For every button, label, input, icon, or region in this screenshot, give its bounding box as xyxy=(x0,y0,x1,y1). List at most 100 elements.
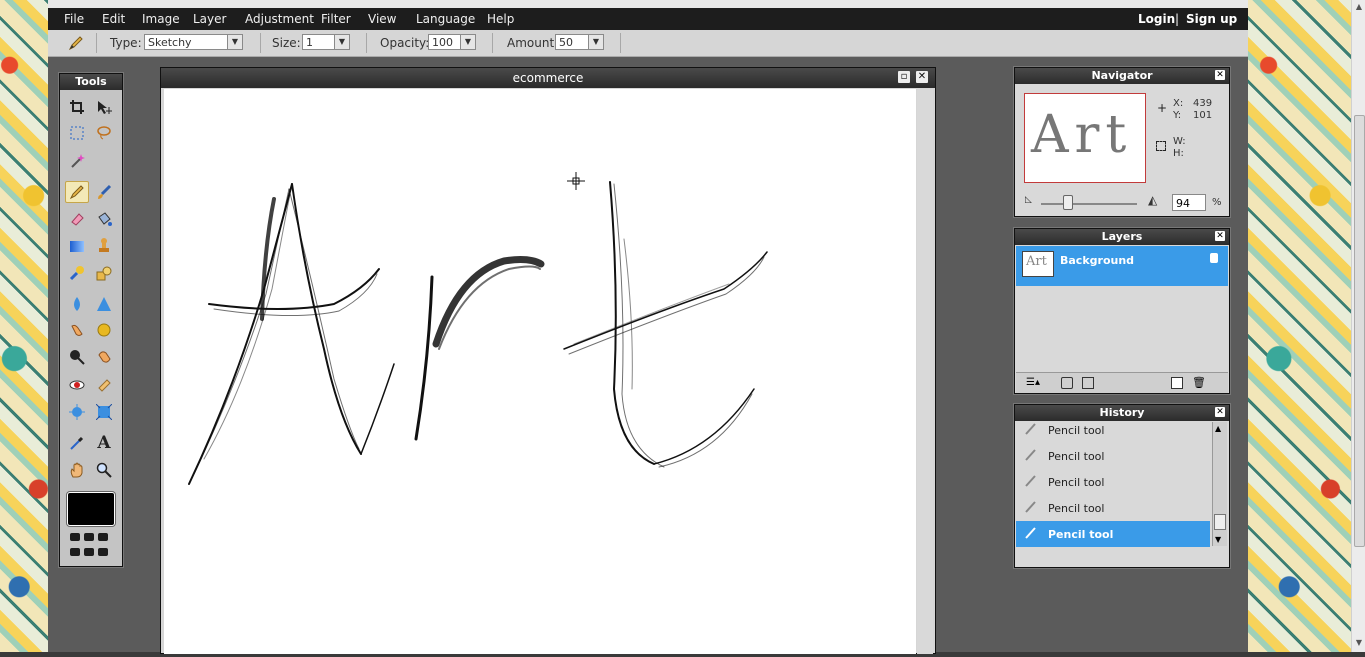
brush-tool-icon[interactable] xyxy=(92,181,116,203)
signup-link[interactable]: Sign up xyxy=(1186,12,1237,26)
art-drawing xyxy=(188,172,768,485)
pencil-icon xyxy=(68,35,84,54)
marquee-tool-icon[interactable] xyxy=(65,122,89,144)
pinch-tool-icon[interactable] xyxy=(92,401,116,423)
lasso-tool-icon[interactable] xyxy=(92,122,116,144)
size-select[interactable]: 1 ▼ xyxy=(302,34,350,50)
y-label: Y: xyxy=(1173,110,1182,121)
foreground-color-swatch[interactable] xyxy=(67,492,115,526)
type-select-value: Sketchy xyxy=(148,36,192,49)
menu-language[interactable]: Language xyxy=(416,12,475,26)
sponge-tool-icon[interactable] xyxy=(92,319,116,341)
opacity-select[interactable]: 100 ▼ xyxy=(428,34,476,50)
layer-options-icon[interactable]: ☰▴ xyxy=(1026,377,1040,388)
scrollbar-thumb[interactable] xyxy=(1354,115,1365,547)
crop-tool-icon[interactable] xyxy=(65,96,89,118)
layer-thumbnail: Art xyxy=(1022,251,1054,277)
scroll-up-icon[interactable]: ▲ xyxy=(1215,424,1221,433)
layer-name: Background xyxy=(1060,254,1135,267)
menu-image[interactable]: Image xyxy=(142,12,180,26)
burn-tool-icon[interactable] xyxy=(92,346,116,368)
history-item[interactable]: Pencil tool xyxy=(1016,469,1210,495)
text-tool-icon[interactable]: A xyxy=(92,432,116,454)
document-window: ecommerce ▫ ✕ xyxy=(160,67,936,654)
zoom-slider-thumb[interactable] xyxy=(1063,195,1073,210)
smudge-tool-icon[interactable] xyxy=(65,319,89,341)
layers-panel: Layers ✕ Art Background ☰▴ 🗑 xyxy=(1014,228,1230,394)
canvas-scrollbar[interactable] xyxy=(917,89,933,654)
amount-select-value: 50 xyxy=(559,36,573,49)
background-pattern-right xyxy=(1248,0,1351,652)
delete-layer-icon[interactable]: 🗑 xyxy=(1192,376,1206,389)
history-item[interactable]: Pencil tool xyxy=(1016,443,1210,469)
layer-thumbnail-text: Art xyxy=(1026,254,1047,269)
history-item-label: Pencil tool xyxy=(1048,475,1105,489)
zoom-in-icon[interactable]: ◭ xyxy=(1148,193,1157,207)
layer-mask-icon[interactable] xyxy=(1061,377,1073,389)
separator xyxy=(260,33,261,53)
zoom-out-icon[interactable]: ◺ xyxy=(1025,195,1032,205)
history-item[interactable]: Pencil tool xyxy=(1016,417,1210,443)
navigator-thumbnail[interactable]: Art xyxy=(1024,93,1146,183)
color-picker-icon[interactable] xyxy=(65,432,89,454)
menu-file[interactable]: File xyxy=(64,12,84,26)
x-value: 439 xyxy=(1193,98,1213,109)
close-icon[interactable]: ✕ xyxy=(1215,231,1225,241)
history-item[interactable]: Pencil tool xyxy=(1016,495,1210,521)
type-select[interactable]: Sketchy ▼ xyxy=(144,34,243,50)
magic-wand-icon[interactable] xyxy=(65,150,89,172)
drawing-canvas[interactable] xyxy=(164,89,916,654)
sharpen-tool-icon[interactable] xyxy=(92,293,116,315)
size-select-value: 1 xyxy=(306,36,313,49)
gradient-tool-icon[interactable] xyxy=(65,235,89,257)
new-layer-icon[interactable] xyxy=(1171,377,1183,389)
navigator-panel: Navigator ✕ Art + X: 439 Y: 101 W: H: ◺ … xyxy=(1014,67,1230,217)
tool-options-bar: Type: Sketchy ▼ Size: 1 ▼ Opacity: 100 ▼… xyxy=(48,30,1248,57)
close-icon[interactable]: ✕ xyxy=(1215,70,1225,80)
size-label: Size: xyxy=(272,36,301,50)
bucket-tool-icon[interactable] xyxy=(92,208,116,230)
menu-filter[interactable]: Filter xyxy=(321,12,351,26)
history-scrollbar-thumb[interactable] xyxy=(1214,514,1226,530)
zoom-tool-icon[interactable] xyxy=(92,459,116,481)
move-tool-icon[interactable] xyxy=(92,96,116,118)
menu-help[interactable]: Help xyxy=(487,12,514,26)
replace-color-icon[interactable] xyxy=(65,262,89,284)
hand-tool-icon[interactable] xyxy=(65,459,89,481)
auth-divider: | xyxy=(1175,12,1180,26)
zoom-input[interactable]: 94 xyxy=(1172,194,1206,211)
menu-adjustment[interactable]: Adjustment xyxy=(245,12,314,26)
scroll-down-icon[interactable]: ▼ xyxy=(1215,535,1221,544)
pencil-tool-icon[interactable] xyxy=(65,181,89,203)
layer-row-background[interactable]: Art Background xyxy=(1016,246,1228,286)
layer-style-icon[interactable] xyxy=(1082,377,1094,389)
document-title-text: ecommerce xyxy=(512,71,584,85)
history-item-selected[interactable]: Pencil tool xyxy=(1016,521,1210,547)
eraser-tool-icon[interactable] xyxy=(65,208,89,230)
blur-tool-icon[interactable] xyxy=(65,293,89,315)
menu-edit[interactable]: Edit xyxy=(102,12,125,26)
close-icon[interactable]: ✕ xyxy=(1215,407,1225,417)
zoom-slider-track[interactable] xyxy=(1041,203,1137,205)
separator xyxy=(620,33,621,53)
shape-tool-icon[interactable] xyxy=(92,262,116,284)
dodge-tool-icon[interactable] xyxy=(65,346,89,368)
menu-view[interactable]: View xyxy=(368,12,396,26)
bandage-tool-icon[interactable] xyxy=(92,374,116,396)
login-link[interactable]: Login xyxy=(1138,12,1175,26)
scroll-up-icon[interactable]: ▲ xyxy=(1354,2,1364,14)
history-scrollbar[interactable]: ▲ ▼ xyxy=(1212,422,1227,546)
scroll-down-icon[interactable]: ▼ xyxy=(1354,638,1364,650)
page-scrollbar[interactable]: ▲ ▼ xyxy=(1351,0,1365,652)
stamp-tool-icon[interactable] xyxy=(92,235,116,257)
color-presets[interactable] xyxy=(68,531,114,561)
layers-footer: ☰▴ 🗑 xyxy=(1016,372,1228,393)
close-icon[interactable]: ✕ xyxy=(916,71,928,83)
selection-size-icon xyxy=(1156,141,1166,151)
chevron-down-icon: ▼ xyxy=(588,35,603,49)
menu-layer[interactable]: Layer xyxy=(193,12,226,26)
amount-select[interactable]: 50 ▼ xyxy=(555,34,604,50)
red-eye-tool-icon[interactable] xyxy=(65,374,89,396)
maximize-icon[interactable]: ▫ xyxy=(898,71,910,83)
bloat-tool-icon[interactable] xyxy=(65,401,89,423)
